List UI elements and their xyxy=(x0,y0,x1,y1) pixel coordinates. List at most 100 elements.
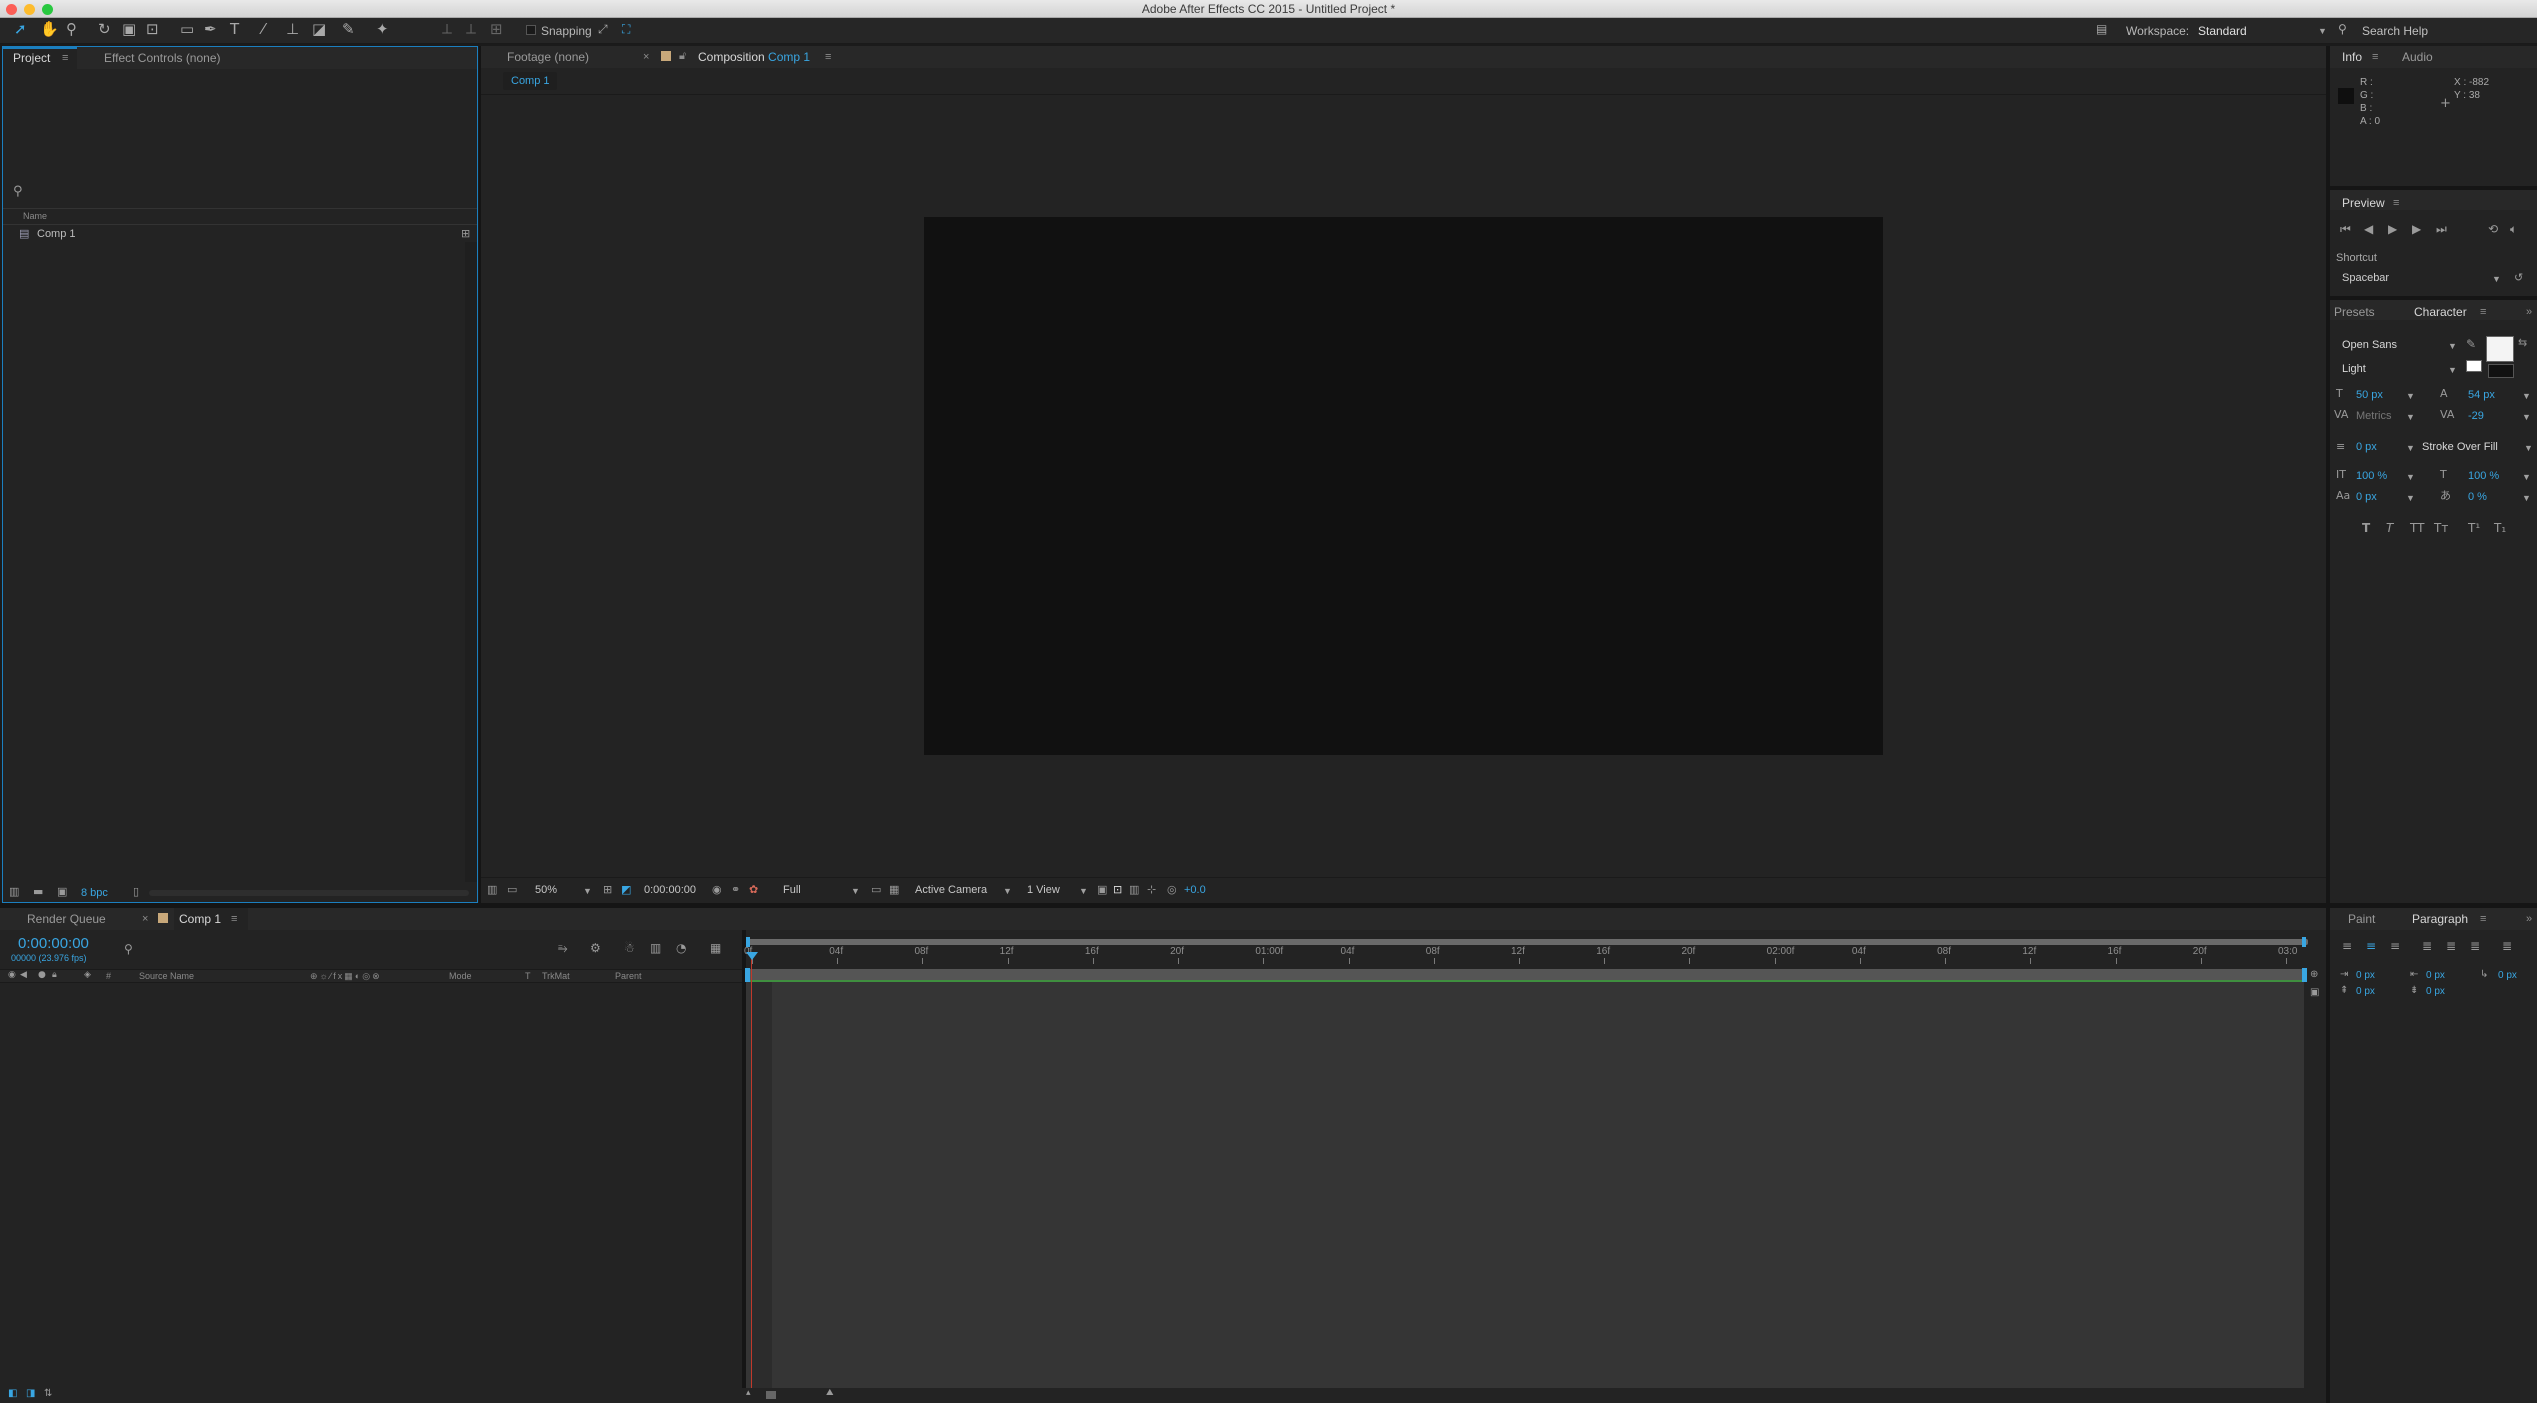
next-frame-icon[interactable]: ▶ xyxy=(2412,223,2421,235)
current-time[interactable]: 0:00:00:00 xyxy=(18,935,89,952)
interpret-footage-icon[interactable]: ▥ xyxy=(9,886,19,897)
flowchart-icon[interactable]: ⊞ xyxy=(461,228,470,239)
camera-dropdown-icon[interactable]: ▼ xyxy=(1003,886,1012,896)
rectangle-tool-icon[interactable]: ▭ xyxy=(180,22,194,37)
time-navigator[interactable] xyxy=(746,939,2308,945)
resolution-dropdown-icon[interactable]: ▼ xyxy=(851,886,860,896)
toggle-pixel-aspect-icon[interactable]: ▣ xyxy=(1097,884,1107,895)
justify-last-right-icon[interactable]: ≣ xyxy=(2470,940,2480,952)
zoom-in-icon[interactable]: ⛰ xyxy=(826,1389,834,1398)
indent-left-value[interactable]: 0 px xyxy=(2356,970,2375,981)
resolution-select[interactable]: Full xyxy=(783,884,801,896)
region-of-interest-icon[interactable]: ▭ xyxy=(871,884,881,895)
snap-edges-icon[interactable]: ⤢ xyxy=(598,23,608,35)
bit-depth-button[interactable]: 8 bpc xyxy=(81,887,108,899)
viewer-panel-menu-icon[interactable]: ≡ xyxy=(825,51,831,63)
justify-last-center-icon[interactable]: ≣ xyxy=(2446,940,2456,952)
small-caps-icon[interactable]: Tт xyxy=(2434,522,2448,534)
font-size-value[interactable]: 50 px xyxy=(2356,389,2383,401)
faux-bold-icon[interactable]: T xyxy=(2362,522,2370,534)
brush-tool-icon[interactable]: ⁄ xyxy=(262,22,265,37)
local-axis-icon[interactable]: ⟂ xyxy=(442,22,452,37)
workspace-select[interactable]: Standard xyxy=(2198,24,2247,38)
project-scrollbar[interactable] xyxy=(465,242,477,882)
previous-frame-icon[interactable]: ◀ xyxy=(2364,223,2373,235)
mask-visibility-icon[interactable]: ◩ xyxy=(621,884,631,895)
justify-last-left-icon[interactable]: ≣ xyxy=(2422,940,2432,952)
superscript-icon[interactable]: T¹ xyxy=(2468,522,2480,534)
loop-icon[interactable]: ⟲ xyxy=(2488,223,2498,235)
align-right-icon[interactable]: ≡ xyxy=(2390,940,2400,952)
exposure-value[interactable]: +0.0 xyxy=(1184,884,1206,896)
project-item-row[interactable]: ▤ Comp 1 ⊞ xyxy=(3,228,470,242)
draft-3d-icon[interactable]: ⚙ xyxy=(590,942,601,954)
solo-icon[interactable]: ● xyxy=(38,971,46,980)
in-out-toggle-icon[interactable]: ⇅ xyxy=(44,1389,52,1399)
indent-right-value[interactable]: 0 px xyxy=(2426,970,2445,981)
first-frame-icon[interactable]: ⏮ xyxy=(2340,223,2351,235)
column-name[interactable]: Name xyxy=(23,211,47,221)
timeline-panel-menu-icon[interactable]: ≡ xyxy=(231,913,237,925)
zoom-toggle-icon[interactable]: ▣ xyxy=(2310,988,2319,998)
puppet-pin-tool-icon[interactable]: ✦ xyxy=(376,22,389,37)
tracking-dropdown-icon[interactable]: ▼ xyxy=(2522,412,2531,422)
vertical-scale-dropdown-icon[interactable]: ▼ xyxy=(2406,472,2415,482)
tab-paint[interactable]: Paint xyxy=(2348,912,2375,926)
stroke-width-value[interactable]: 0 px xyxy=(2356,441,2377,453)
tab-effect-controls[interactable]: Effect Controls (none) xyxy=(104,51,221,65)
comp-breadcrumb[interactable]: Comp 1 xyxy=(503,72,557,90)
lock-column-icon[interactable]: 🔒︎ xyxy=(52,971,57,980)
roto-brush-tool-icon[interactable]: ✎ xyxy=(342,22,355,37)
play-icon[interactable]: ▶ xyxy=(2388,223,2397,235)
composition-canvas[interactable] xyxy=(924,217,1883,755)
playhead-handle[interactable] xyxy=(746,952,758,960)
project-horizontal-scrollbar[interactable] xyxy=(149,890,469,896)
paragraph-panel-menu-icon[interactable]: ≡ xyxy=(2480,913,2486,925)
search-help-input[interactable]: Search Help xyxy=(2362,24,2428,38)
audio-icon[interactable]: 🔈︎ xyxy=(2510,223,2517,235)
font-size-dropdown-icon[interactable]: ▼ xyxy=(2406,391,2415,401)
pen-tool-icon[interactable]: ✒ xyxy=(204,22,217,37)
magnification-select[interactable]: 50% xyxy=(535,884,557,896)
world-axis-icon[interactable]: ⟂ xyxy=(466,22,476,37)
horizontal-scale-value[interactable]: 100 % xyxy=(2468,470,2499,482)
space-before-value[interactable]: 0 px xyxy=(2356,986,2375,997)
subscript-icon[interactable]: T₁ xyxy=(2494,522,2506,534)
leading-value[interactable]: 54 px xyxy=(2468,389,2495,401)
font-family-dropdown-icon[interactable]: ▼ xyxy=(2448,341,2457,351)
font-family-select[interactable]: Open Sans xyxy=(2342,339,2397,351)
kerning-value[interactable]: Metrics xyxy=(2356,410,2391,422)
kerning-dropdown-icon[interactable]: ▼ xyxy=(2406,412,2415,422)
tab-footage[interactable]: Footage (none) xyxy=(507,50,589,64)
indent-first-value[interactable]: 0 px xyxy=(2498,970,2517,981)
camera-tool-icon[interactable]: ▣ xyxy=(122,22,136,37)
display-icon[interactable]: ▭ xyxy=(507,884,517,895)
tab-comp[interactable]: Comp 1 xyxy=(179,912,221,926)
preview-panel-menu-icon[interactable]: ≡ xyxy=(2393,197,2399,209)
zoom-tool-icon[interactable]: ⚲ xyxy=(66,22,77,37)
default-colors-icon[interactable] xyxy=(2466,360,2482,372)
project-search-icon[interactable]: ⚲ xyxy=(13,185,23,198)
snapping-checkbox[interactable] xyxy=(526,25,536,35)
transfer-controls-toggle-icon[interactable]: ◨ xyxy=(26,1389,35,1399)
tab-composition[interactable]: Composition Comp 1 xyxy=(698,50,810,64)
time-ruler[interactable]: 0f 04f 08f 12f 16f 20f 01:00f 04f 08f 12f 16f 20f 02… xyxy=(744,946,2308,964)
fast-previews-icon[interactable]: ⊡ xyxy=(1113,884,1122,895)
all-caps-icon[interactable]: TT xyxy=(2410,522,2424,534)
show-snapshot-icon[interactable]: ⚭ xyxy=(731,884,740,895)
baseline-shift-dropdown-icon[interactable]: ▼ xyxy=(2406,493,2415,503)
snap-features-icon[interactable]: ⛶ xyxy=(622,23,630,35)
zoom-slider-handle[interactable] xyxy=(766,1391,776,1399)
pan-behind-tool-icon[interactable]: ⊡ xyxy=(146,22,159,37)
tab-render-queue[interactable]: Render Queue xyxy=(27,912,106,926)
column-parent[interactable]: Parent xyxy=(615,971,642,981)
align-left-icon[interactable]: ≡ xyxy=(2342,940,2352,952)
stroke-width-dropdown-icon[interactable]: ▼ xyxy=(2406,443,2415,453)
layer-switches-icons[interactable]: ⊕☼∕fx▦◐◎⊗ xyxy=(310,971,382,982)
close-tab-icon[interactable]: × xyxy=(142,913,148,925)
shortcut-select[interactable]: Spacebar xyxy=(2342,272,2389,284)
tab-project[interactable]: Project xyxy=(13,51,50,65)
label-icon[interactable]: ◈ xyxy=(84,971,91,980)
magnification-dropdown-icon[interactable]: ▼ xyxy=(583,886,592,896)
tab-info[interactable]: Info xyxy=(2342,50,2362,64)
